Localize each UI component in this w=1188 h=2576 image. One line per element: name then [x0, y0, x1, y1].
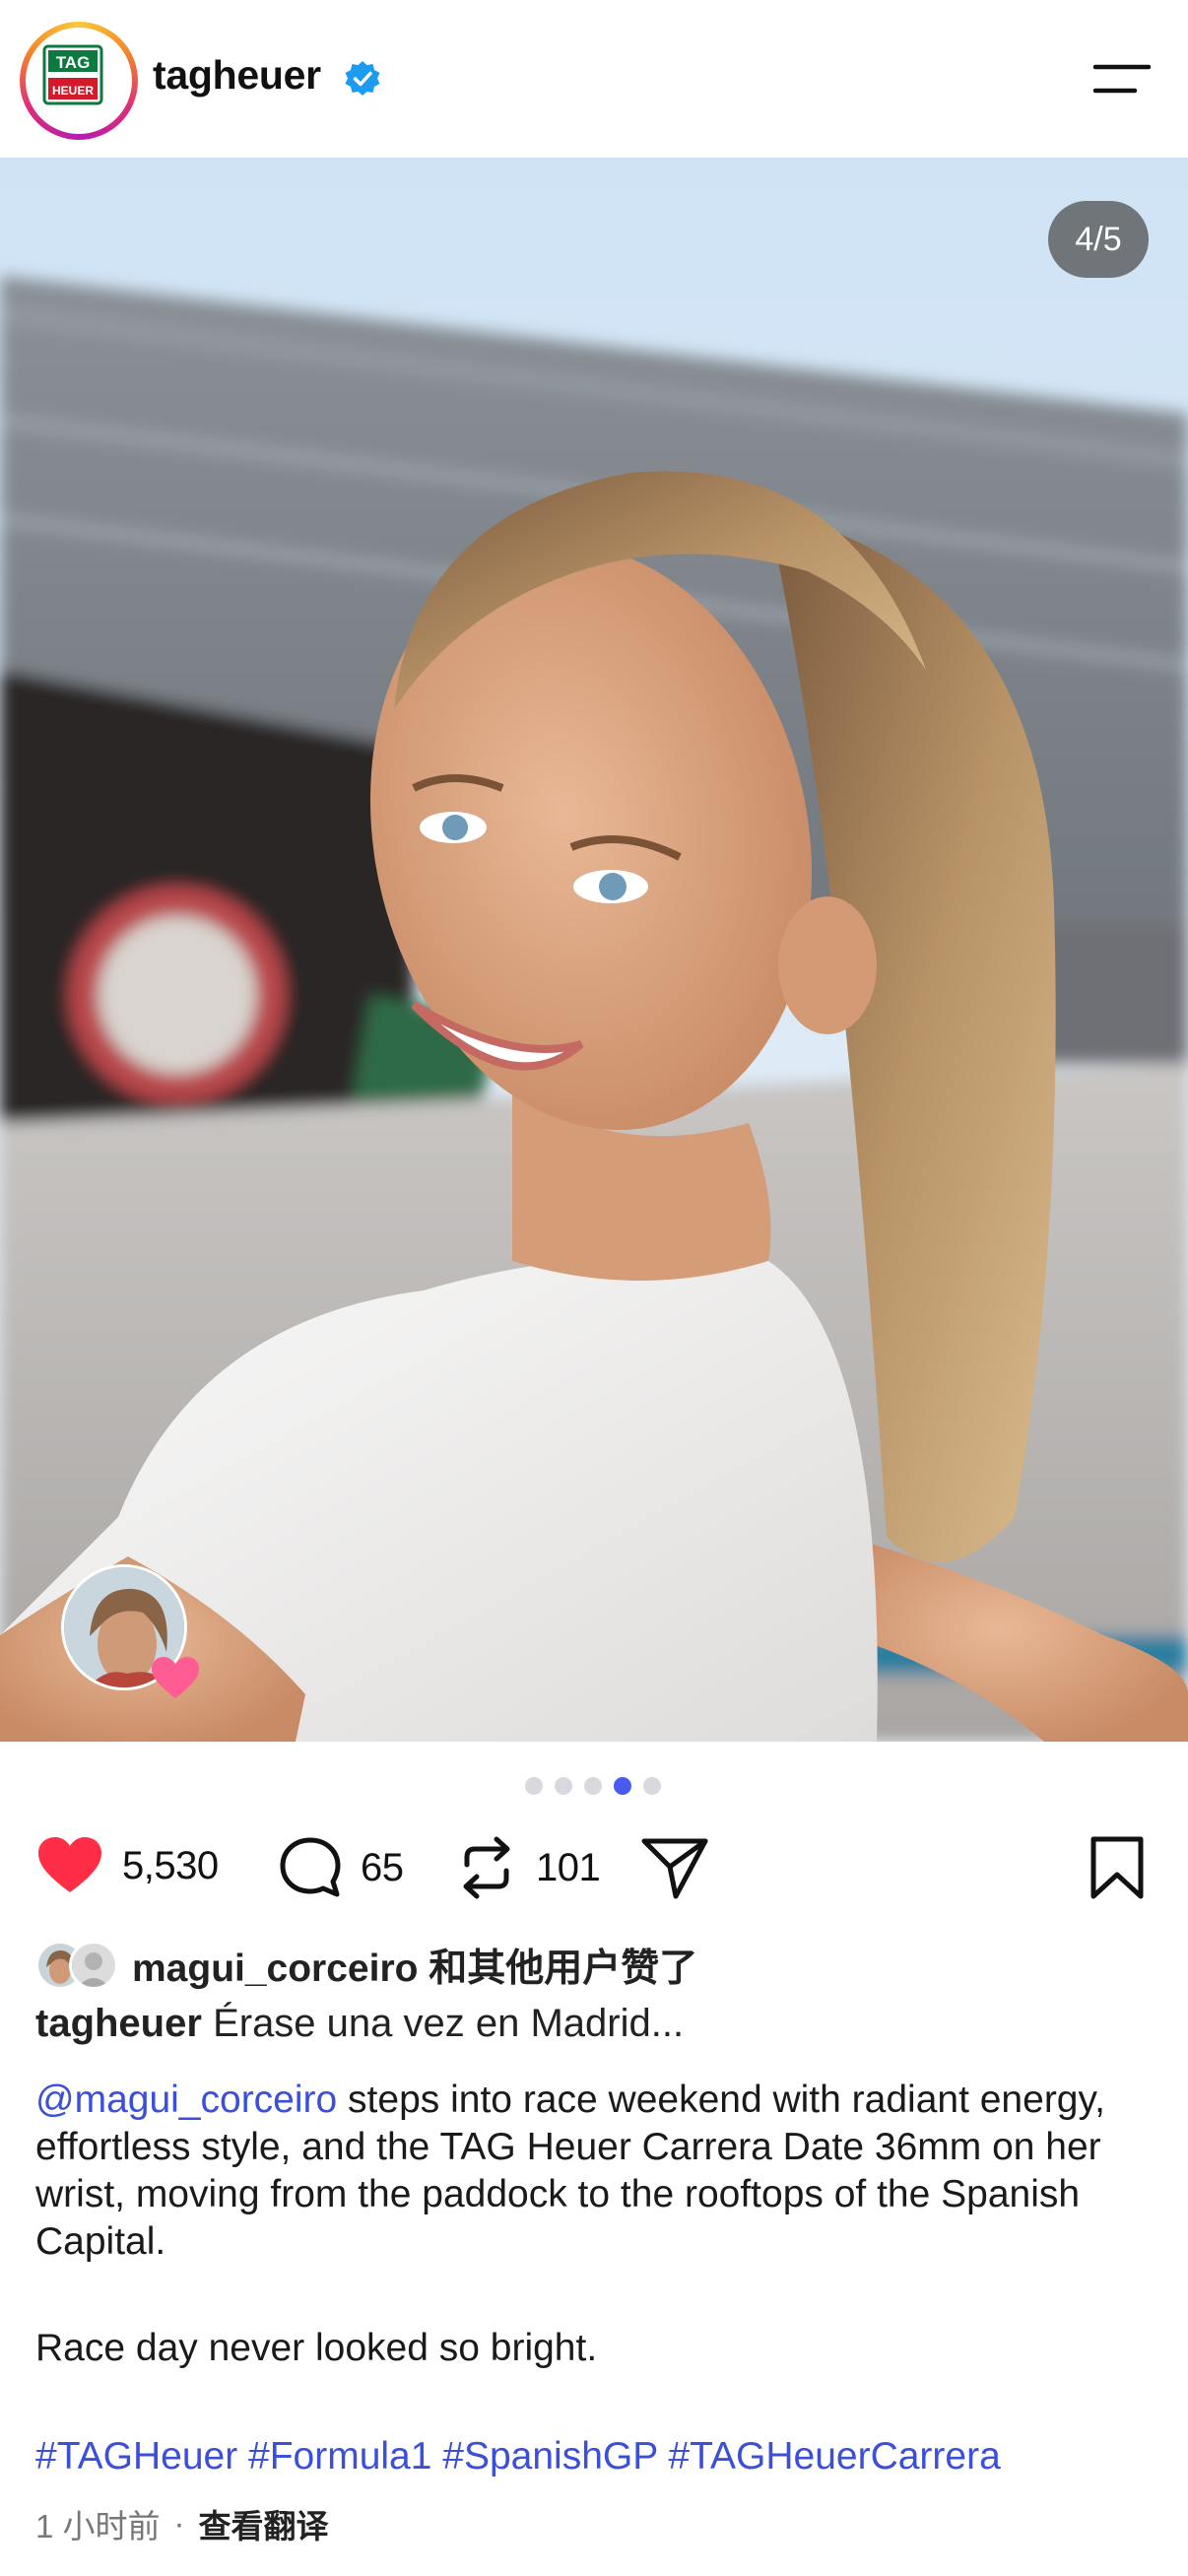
bookmark-button[interactable] — [1088, 1835, 1147, 1900]
carousel-indicator — [525, 1777, 661, 1795]
send-icon — [641, 1838, 708, 1899]
caption-body: @magui_corceiro steps into race weekend … — [35, 2077, 1158, 2266]
mention-link[interactable]: @magui_corceiro — [35, 2079, 337, 2121]
heart-filled-icon — [38, 1837, 101, 1892]
post-username[interactable]: tagheuer — [153, 52, 321, 99]
carousel-counter: 4/5 — [1048, 201, 1149, 278]
menu-icon[interactable] — [1091, 61, 1153, 97]
caption-title: Érase una vez en Madrid... — [213, 2002, 685, 2045]
liked-by-text[interactable]: magui_corceiro 和其他用户赞了 — [132, 1938, 697, 1993]
liker-avatar — [69, 1941, 118, 1990]
like-count[interactable]: 5,530 — [122, 1844, 219, 1888]
comment-icon — [280, 1837, 341, 1897]
repost-icon — [463, 1836, 510, 1899]
post-media-carousel[interactable]: 4/5 — [0, 158, 1188, 1742]
carousel-dot — [643, 1777, 661, 1795]
like-button[interactable]: 5,530 — [35, 1835, 219, 1896]
hashtags-link[interactable]: #TAGHeuer #Formula1 #SpanishGP #TAGHeuer… — [35, 2435, 1001, 2478]
post-timestamp: 1 小时前 — [35, 2508, 161, 2544]
liked-by-row[interactable]: magui_corceiro 和其他用户赞了 — [35, 1938, 697, 1993]
verified-badge-icon — [343, 59, 382, 103]
action-bar: 5,530 65 101 — [0, 1827, 1188, 1906]
carousel-dot — [584, 1777, 602, 1795]
carousel-dot — [555, 1777, 572, 1795]
bookmark-icon — [1090, 1836, 1144, 1899]
caption-line: Race day never looked so bright. — [35, 2327, 598, 2369]
svg-text:TAG: TAG — [56, 53, 91, 72]
post-meta: 1 小时前 · 查看翻译 — [35, 2500, 329, 2547]
meta-separator: · — [173, 2505, 185, 2542]
comment-button[interactable]: 65 — [278, 1835, 404, 1900]
carousel-dot — [525, 1777, 543, 1795]
tagged-user-avatar[interactable] — [61, 1564, 199, 1698]
repost-count: 101 — [536, 1845, 601, 1889]
comment-count: 65 — [361, 1845, 404, 1889]
svg-text:HEUER: HEUER — [52, 84, 94, 98]
tagheuer-logo: TAG HEUER — [30, 32, 116, 118]
caption-username[interactable]: tagheuer — [35, 2002, 202, 2045]
post-header: TAG HEUER tagheuer — [0, 0, 1188, 158]
post-photo — [0, 158, 1188, 1742]
see-translation-link[interactable]: 查看翻译 — [199, 2500, 329, 2547]
caption-header: tagheuer Érase una vez en Madrid... — [35, 2002, 684, 2046]
carousel-dot-active — [614, 1777, 631, 1795]
heart-sticker-icon — [152, 1657, 199, 1698]
share-button[interactable] — [640, 1835, 709, 1900]
repost-button[interactable]: 101 — [455, 1835, 601, 1900]
profile-avatar[interactable]: TAG HEUER — [20, 22, 138, 140]
